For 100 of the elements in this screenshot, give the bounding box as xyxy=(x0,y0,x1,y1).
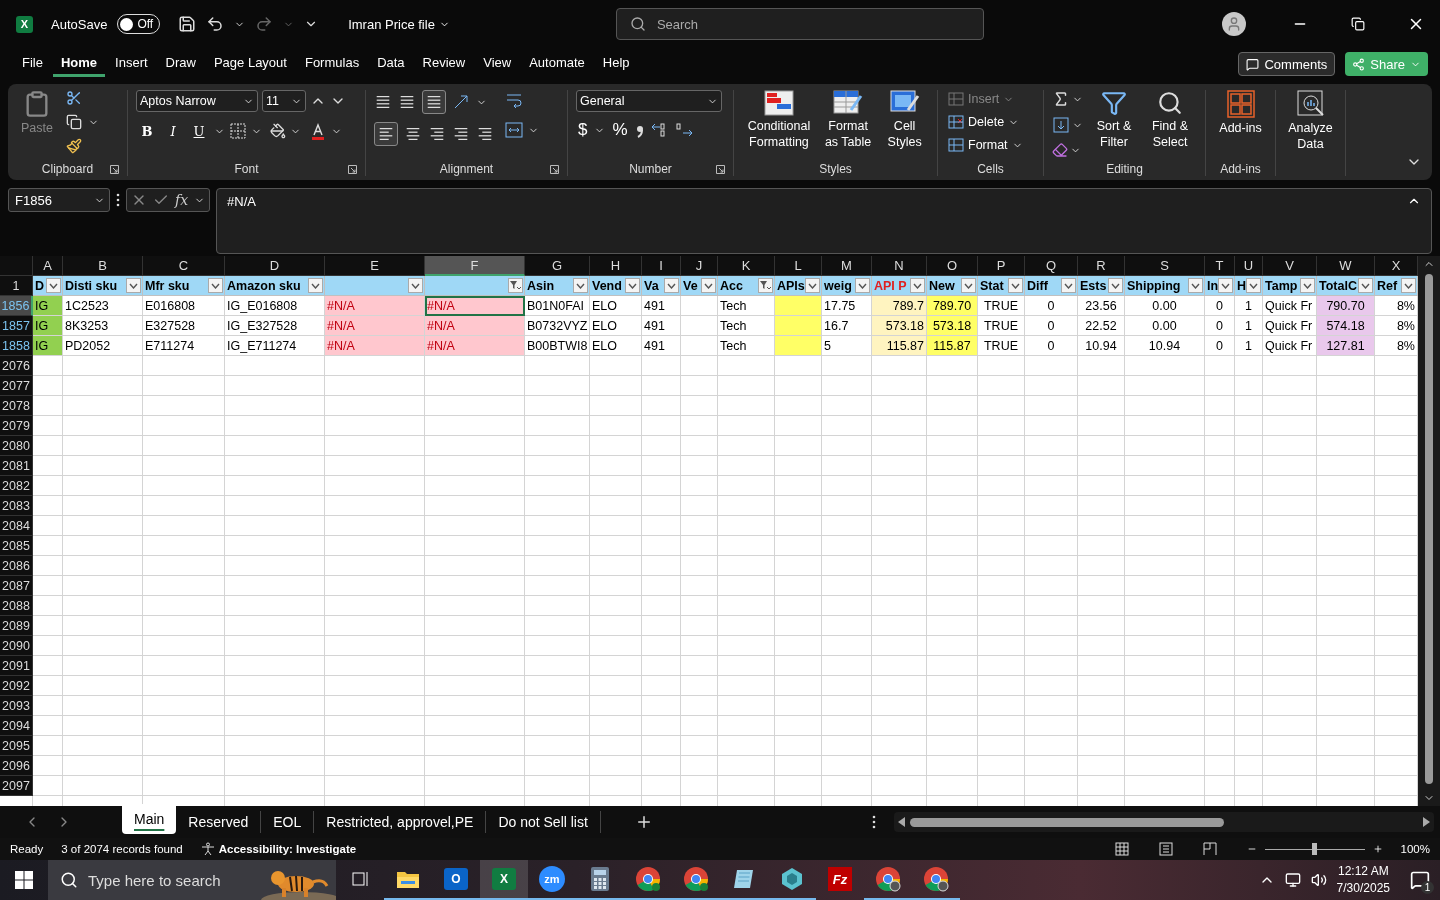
add-ins-button[interactable]: Add-ins xyxy=(1214,90,1267,136)
menu-tab[interactable]: Home xyxy=(52,51,106,77)
row-header[interactable]: 1857 xyxy=(0,316,33,336)
number-format-field[interactable]: General xyxy=(576,90,722,112)
row-header[interactable]: 2093 xyxy=(0,696,33,716)
align-middle-icon[interactable] xyxy=(398,93,416,111)
column-header[interactable]: A xyxy=(33,256,63,276)
column-header[interactable]: B xyxy=(63,256,143,276)
row-header[interactable]: 2092 xyxy=(0,676,33,696)
column-header[interactable]: T xyxy=(1205,256,1235,276)
search-field[interactable]: Search xyxy=(615,8,984,40)
file-name[interactable]: Imran Price file xyxy=(342,15,456,33)
column-header[interactable]: P xyxy=(978,256,1025,276)
filter-button[interactable] xyxy=(1061,278,1076,293)
bold-button[interactable]: B xyxy=(136,120,158,142)
filter-button[interactable] xyxy=(1108,278,1123,293)
column-header[interactable]: X xyxy=(1375,256,1418,276)
launcher-icon[interactable] xyxy=(348,164,357,174)
menu-tab[interactable]: Help xyxy=(594,51,638,77)
row-header[interactable]: 2088 xyxy=(0,596,33,616)
row-header[interactable]: 2085 xyxy=(0,536,33,556)
row-header[interactable]: 2079 xyxy=(0,416,33,436)
network-icon[interactable] xyxy=(1284,872,1301,888)
filter-button[interactable] xyxy=(208,278,223,293)
menu-tab[interactable]: Insert xyxy=(107,51,156,77)
row-header[interactable]: 2083 xyxy=(0,496,33,516)
column-header[interactable]: K xyxy=(718,256,775,276)
column-header[interactable]: V xyxy=(1263,256,1317,276)
row-header[interactable]: 2096 xyxy=(0,756,33,776)
sheet-tab[interactable]: Main xyxy=(122,804,177,834)
format-painter-icon[interactable] xyxy=(66,138,82,154)
orientation-icon[interactable] xyxy=(452,93,470,111)
column-header[interactable]: Q xyxy=(1025,256,1078,276)
analyze-data-button[interactable]: Analyze Data xyxy=(1284,90,1337,152)
row-header[interactable]: 2076 xyxy=(0,356,33,376)
borders-icon[interactable] xyxy=(229,122,247,140)
fill-color-icon[interactable] xyxy=(270,123,286,139)
more-icon[interactable] xyxy=(872,815,876,829)
menu-tab[interactable]: File xyxy=(14,51,51,77)
column-header[interactable]: U xyxy=(1235,256,1263,276)
taskbar-search-field[interactable]: Type here to search xyxy=(48,860,256,900)
filter-active-button[interactable] xyxy=(508,278,523,293)
row-header[interactable]: 2091 xyxy=(0,656,33,676)
underline-button[interactable]: U xyxy=(188,120,210,142)
percent-button[interactable]: % xyxy=(610,120,630,140)
launcher-icon[interactable] xyxy=(110,164,119,174)
filter-button[interactable] xyxy=(910,278,925,293)
menu-tab[interactable]: Draw xyxy=(157,51,204,77)
taskbar-app[interactable]: O xyxy=(432,860,480,900)
filter-button[interactable] xyxy=(805,278,820,293)
undo-icon[interactable] xyxy=(206,15,225,33)
normal-view-icon[interactable] xyxy=(1114,842,1129,856)
row-header[interactable]: 2090 xyxy=(0,636,33,656)
scroll-left-icon[interactable] xyxy=(898,817,906,827)
column-header[interactable]: L xyxy=(775,256,822,276)
comments-button[interactable]: Comments xyxy=(1238,52,1336,76)
font-size-field[interactable]: 11 xyxy=(262,90,306,112)
column-header[interactable]: C xyxy=(143,256,225,276)
filter-button[interactable] xyxy=(1008,278,1023,293)
row-header[interactable]: 2077 xyxy=(0,376,33,396)
font-family-field[interactable]: Aptos Narrow xyxy=(136,90,258,112)
filter-button[interactable] xyxy=(1188,278,1203,293)
taskbar-app[interactable]: X xyxy=(480,860,528,900)
filter-button[interactable] xyxy=(126,278,141,293)
sheet-tab[interactable]: Restricted, approvel,PE xyxy=(314,811,487,833)
scroll-thumb[interactable] xyxy=(910,817,1224,827)
filter-button[interactable] xyxy=(625,278,640,293)
formula-field[interactable]: #N/A xyxy=(216,188,1432,254)
filter-button[interactable] xyxy=(1246,278,1262,293)
taskbar-app[interactable]: Fz xyxy=(816,860,864,900)
filter-button[interactable] xyxy=(961,278,976,293)
column-header[interactable]: H xyxy=(590,256,642,276)
style-button[interactable]: Cell Styles xyxy=(880,90,929,150)
notification-icon[interactable] xyxy=(1410,870,1430,890)
insert-function-button[interactable]: fx xyxy=(175,192,189,208)
column-header[interactable]: O xyxy=(927,256,978,276)
align-right-icon[interactable] xyxy=(428,125,446,143)
zoom-in-icon[interactable] xyxy=(1372,844,1383,854)
accessibility-status[interactable]: Accessibility: Investigate xyxy=(218,843,357,855)
filter-button[interactable] xyxy=(308,278,323,293)
filter-button[interactable] xyxy=(1218,278,1234,293)
font-color-icon[interactable] xyxy=(309,122,327,140)
name-box[interactable]: F1856 xyxy=(8,188,110,212)
row-header[interactable]: 2087 xyxy=(0,576,33,596)
fill-down-icon[interactable] xyxy=(1052,116,1070,134)
launcher-icon[interactable] xyxy=(716,164,725,174)
menu-tab[interactable]: Page Layout xyxy=(205,51,295,77)
copy-icon[interactable] xyxy=(66,114,82,130)
redo-icon[interactable] xyxy=(255,15,274,33)
row-header[interactable]: 2097 xyxy=(0,776,33,796)
sheet-tab[interactable]: Reserved xyxy=(176,811,262,833)
save-icon[interactable] xyxy=(178,15,197,33)
column-header[interactable]: N xyxy=(872,256,927,276)
style-button[interactable]: Conditional Formatting xyxy=(742,90,816,150)
menu-tab[interactable]: View xyxy=(475,51,520,77)
row-header[interactable]: 2089 xyxy=(0,616,33,636)
menu-tab[interactable]: Formulas xyxy=(296,51,368,77)
column-header[interactable]: W xyxy=(1317,256,1375,276)
vertical-scrollbar[interactable] xyxy=(1418,256,1440,806)
menu-tab[interactable]: Data xyxy=(369,51,413,77)
